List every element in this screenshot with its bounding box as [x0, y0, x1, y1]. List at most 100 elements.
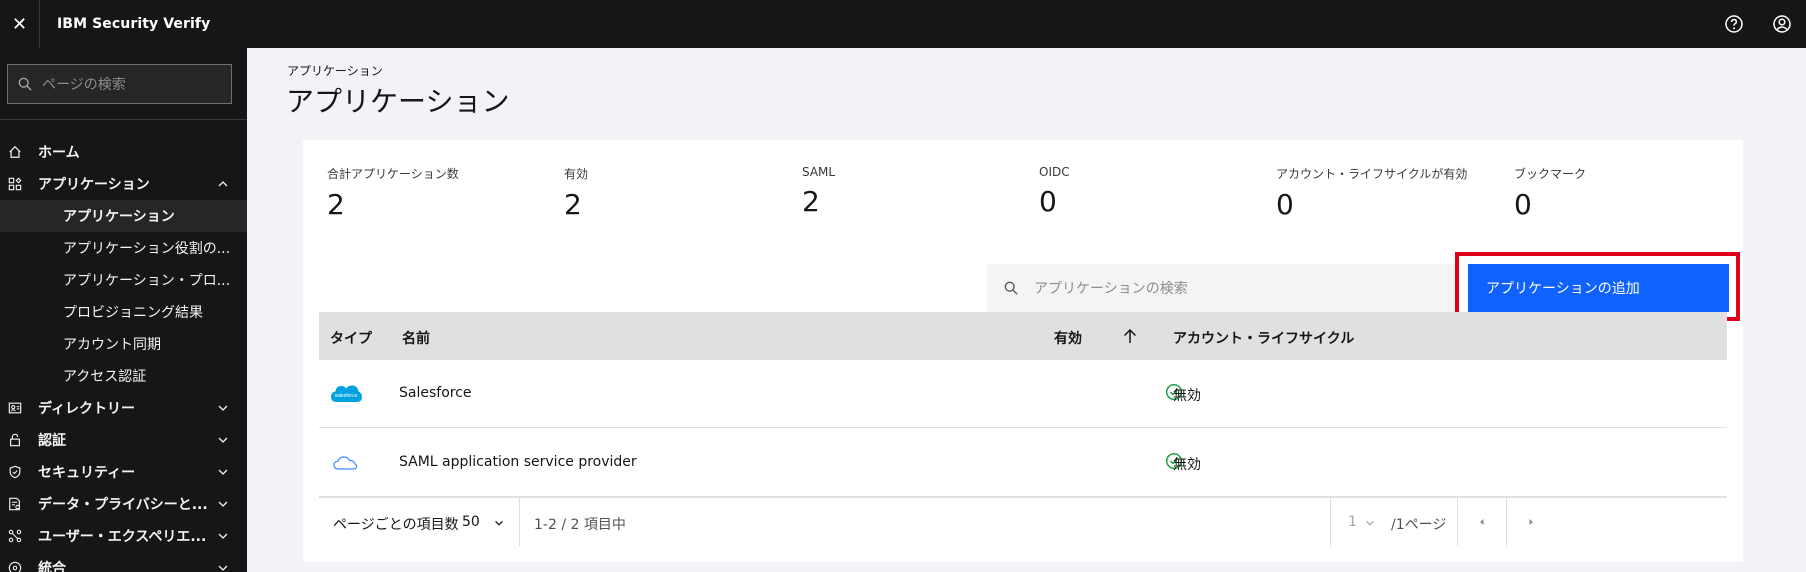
user-icon — [1773, 15, 1791, 33]
table-header: タイプ 名前 有効 アカウント・ライフサイクル — [319, 312, 1727, 360]
pagination-divider — [1330, 498, 1331, 546]
data-privacy-icon — [7, 496, 23, 512]
stat-label: 有効 — [564, 167, 589, 181]
nav-item-label: ホーム — [38, 145, 80, 161]
stat-label: OIDC — [1039, 165, 1070, 179]
application-name[interactable]: Salesforce — [399, 385, 472, 401]
add-application-button[interactable]: アプリケーションの追加 — [1468, 264, 1729, 312]
items-per-page-label: ページごとの項目数 — [333, 517, 459, 533]
chevron-down-icon — [218, 533, 228, 539]
nav-sub-application-roles[interactable]: アプリケーション役割の... — [0, 232, 247, 264]
column-header-type[interactable]: タイプ — [330, 328, 372, 348]
help-button[interactable] — [1710, 0, 1758, 48]
column-header-account-lifecycle[interactable]: アカウント・ライフサイクル — [1173, 328, 1354, 348]
chevron-down-icon[interactable] — [493, 517, 505, 529]
column-header-enabled[interactable]: 有効 — [1054, 328, 1082, 348]
chevron-down-icon[interactable] — [1364, 517, 1376, 529]
pagination-divider — [519, 498, 520, 546]
stat-saml: SAML 2 — [802, 165, 835, 218]
stat-total-applications: 合計アプリケーション数 2 — [327, 165, 459, 221]
account-lifecycle-value: 無効 — [1173, 388, 1201, 404]
help-icon — [1725, 15, 1743, 33]
nav-sub-application-provisioning[interactable]: アプリケーション・プロ... — [0, 264, 247, 296]
sidebar-divider — [0, 119, 247, 120]
previous-page-button[interactable] — [1458, 498, 1506, 546]
apps-icon — [7, 176, 23, 192]
search-icon — [18, 77, 32, 91]
pagination: ページごとの項目数 50 1-2 / 2 項目中 1 /1ページ — [319, 497, 1727, 546]
salesforce-logo: salesforce — [331, 385, 362, 402]
nav-item-label: ユーザー・エクスペリエ... — [38, 529, 207, 545]
nav-item-security[interactable]: セキュリティー — [0, 456, 247, 488]
caret-left-icon — [1480, 519, 1484, 525]
stat-account-lifecycle: アカウント・ライフサイクルが有効 0 — [1276, 165, 1467, 221]
nav-item-authentication[interactable]: 認証 — [0, 424, 247, 456]
nav-item-label: 認証 — [38, 433, 66, 449]
chevron-down-icon — [218, 437, 228, 443]
user-experience-icon — [7, 528, 23, 544]
stat-bookmarks: ブックマーク 0 — [1514, 165, 1586, 221]
search-icon — [1004, 281, 1018, 295]
nav-sub-account-sync[interactable]: アカウント同期 — [0, 328, 247, 360]
stat-value: 0 — [1276, 188, 1294, 221]
nav-item-label: ディレクトリー — [38, 401, 136, 417]
nav-item-integration[interactable]: 統合 — [0, 552, 247, 572]
application-name[interactable]: SAML application service provider — [399, 454, 637, 470]
table-row[interactable]: salesforce Salesforce 無効 — [319, 360, 1727, 428]
chevron-down-icon — [218, 565, 228, 571]
stat-enabled: 有効 2 — [564, 165, 588, 221]
breadcrumb[interactable]: アプリケーション — [287, 62, 383, 79]
integration-icon — [7, 560, 23, 572]
stat-value: 2 — [564, 188, 582, 221]
chevron-down-icon — [218, 501, 228, 507]
nav-sub-applications[interactable]: アプリケーション — [0, 200, 247, 232]
application-search-placeholder: アプリケーションの検索 — [1034, 281, 1188, 297]
nav-sub-access-certification[interactable]: アクセス認証 — [0, 360, 247, 392]
total-pages: /1ページ — [1391, 517, 1447, 533]
stat-label: ブックマーク — [1514, 167, 1587, 181]
nav-item-directory[interactable]: ディレクトリー — [0, 392, 247, 424]
items-per-page-select[interactable]: 50 — [462, 514, 480, 530]
page-number-select[interactable]: 1 — [1348, 514, 1357, 530]
chevron-up-icon — [218, 181, 228, 187]
application-search-input[interactable]: アプリケーションの検索 — [987, 264, 1458, 312]
close-menu-button[interactable]: ✕ — [0, 0, 40, 48]
top-header: ✕ IBM Security Verify — [0, 0, 1806, 48]
lock-icon — [7, 432, 23, 448]
page-search-placeholder: ページの検索 — [42, 77, 126, 93]
items-range: 1-2 / 2 項目中 — [534, 517, 626, 533]
sort-arrow-up-icon[interactable] — [1121, 326, 1139, 346]
page-title: アプリケーション — [286, 85, 510, 118]
nav-sub-provisioning-results[interactable]: プロビジョニング結果 — [0, 296, 247, 328]
nav-item-applications[interactable]: アプリケーション — [0, 168, 247, 200]
shield-icon — [7, 464, 23, 480]
nav-item-home[interactable]: ホーム — [0, 136, 247, 168]
page-search-input[interactable]: ページの検索 — [7, 64, 232, 104]
stat-value: 2 — [327, 188, 345, 221]
column-header-name[interactable]: 名前 — [402, 328, 430, 348]
header-actions — [1710, 0, 1806, 48]
stat-oidc: OIDC 0 — [1039, 165, 1070, 218]
directory-icon — [7, 400, 23, 416]
chevron-down-icon — [218, 469, 228, 475]
stat-label: アカウント・ライフサイクルが有効 — [1276, 167, 1468, 181]
nav-item-user-experience[interactable]: ユーザー・エクスペリエ... — [0, 520, 247, 552]
nav-item-label: セキュリティー — [38, 465, 136, 481]
table-row[interactable]: SAML application service provider 無効 — [319, 429, 1727, 497]
nav-item-label: 統合 — [38, 561, 66, 572]
stat-value: 2 — [802, 185, 820, 218]
stat-label: SAML — [802, 165, 836, 179]
cloud-icon — [333, 456, 358, 470]
chevron-down-icon — [218, 405, 228, 411]
user-profile-button[interactable] — [1758, 0, 1806, 48]
next-page-button[interactable] — [1507, 498, 1555, 546]
nav-item-label: アプリケーション — [38, 177, 150, 193]
nav-item-data-privacy[interactable]: データ・プライバシーと... — [0, 488, 247, 520]
salesforce-logo-text: salesforce — [335, 393, 358, 399]
product-name: IBM Security Verify — [57, 16, 211, 32]
stat-value: 0 — [1514, 188, 1532, 221]
nav-item-label: データ・プライバシーと... — [38, 497, 208, 513]
stat-value: 0 — [1039, 185, 1057, 218]
caret-right-icon — [1529, 519, 1533, 525]
home-icon — [7, 144, 23, 160]
